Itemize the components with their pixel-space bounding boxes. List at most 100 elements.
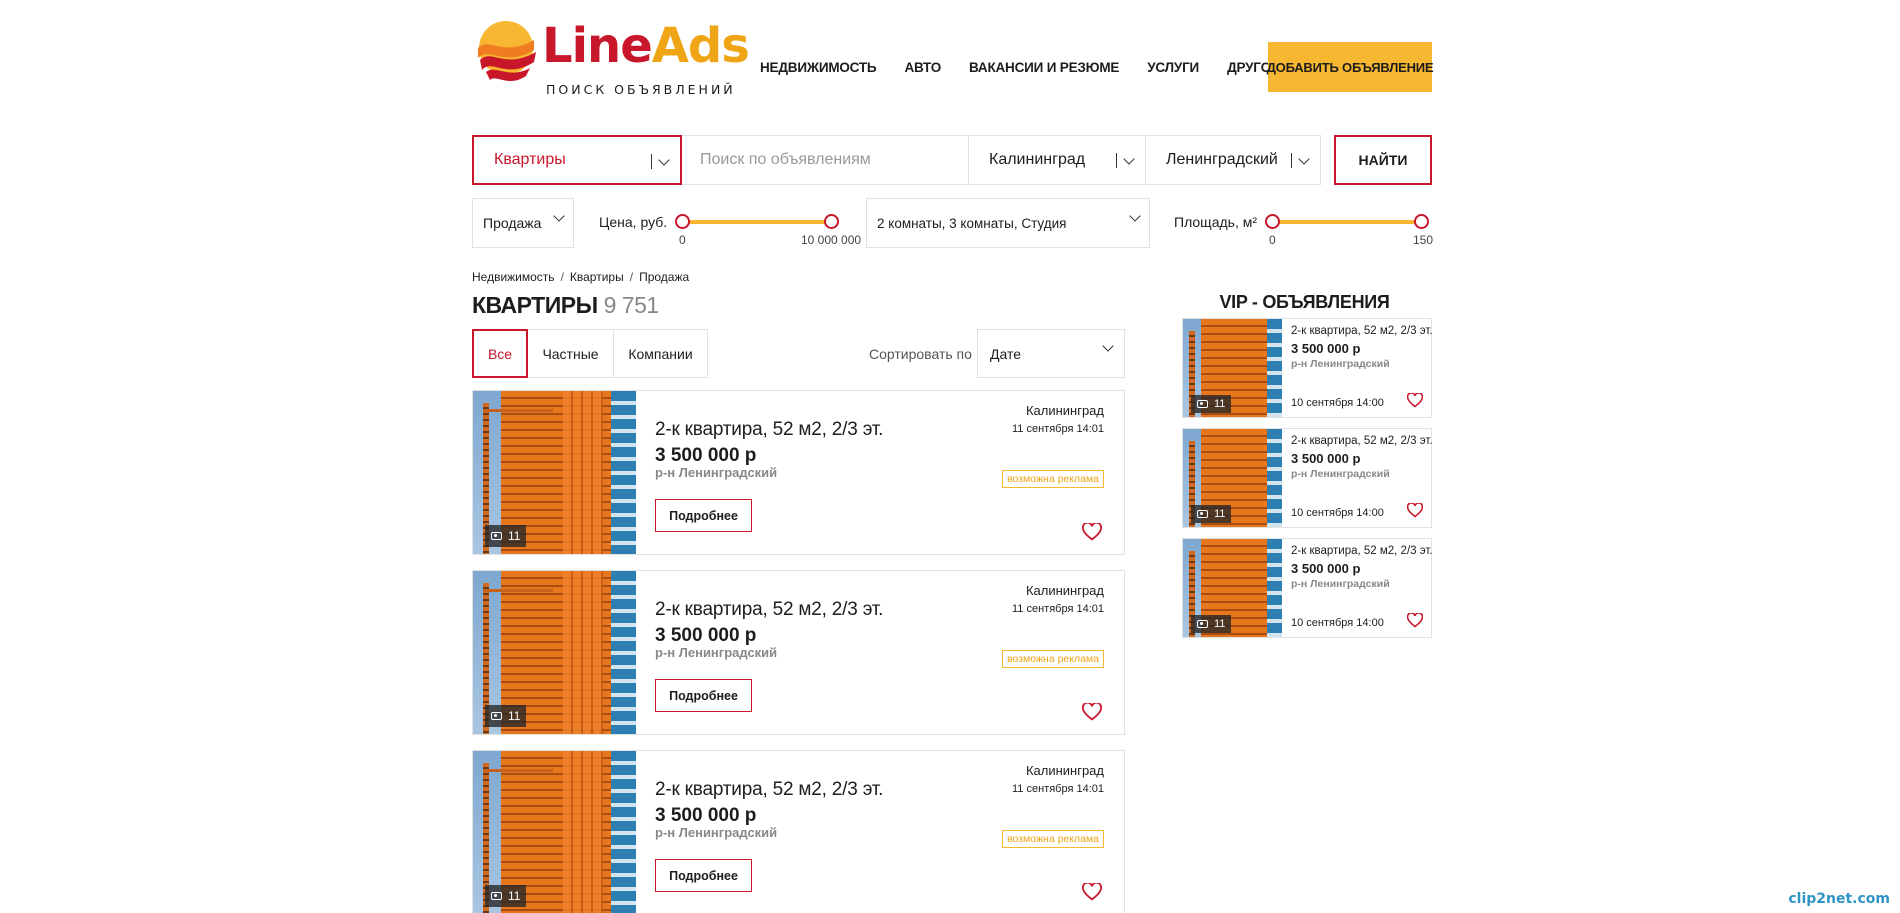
area-slider[interactable] (1265, 214, 1429, 229)
listing-title[interactable]: 2-к квартира, 52 м2, 2/3 эт. (655, 599, 883, 621)
listing-card[interactable]: 11 2-к квартира, 52 м2, 2/3 эт. 3 500 00… (472, 390, 1125, 555)
deal-type-select[interactable]: Продажа (472, 198, 574, 248)
heart-icon[interactable] (1082, 703, 1102, 721)
details-button[interactable]: Подробнее (655, 859, 752, 892)
sort-value: Дате (990, 345, 1022, 362)
city-value: Калининград (989, 151, 1086, 168)
camera-icon (491, 712, 502, 720)
sort-select[interactable]: Дате (977, 329, 1125, 378)
heart-icon[interactable] (1407, 503, 1423, 518)
price-max-handle[interactable] (824, 214, 839, 229)
category-select[interactable]: Квартиры (472, 135, 682, 185)
price-label: Цена, руб. (599, 214, 668, 230)
nav-item-jobs[interactable]: Вакансии и резюме (969, 60, 1119, 75)
logo[interactable]: LineAds ПОИСК ОБЪЯВЛЕНИЙ (472, 18, 750, 102)
logo-text: LineAds (542, 18, 750, 74)
find-button[interactable]: Найти (1334, 135, 1432, 185)
district-value: Ленинградский (1166, 151, 1278, 168)
area-max-value: 150 (1413, 233, 1434, 247)
vip-card[interactable]: 11 2-к квартира, 52 м2, 2/3 эт. 3 500 00… (1182, 428, 1433, 528)
search-input[interactable]: Поиск по объявлениям (682, 135, 969, 185)
photo-count-badge: 11 (485, 705, 527, 727)
listing-photo[interactable]: 11 (473, 751, 636, 913)
page: LineAds ПОИСК ОБЪЯВЛЕНИЙ Недвижимость Ав… (472, 0, 1434, 913)
listing-card[interactable]: 11 2-к квартира, 52 м2, 2/3 эт. 3 500 00… (472, 750, 1125, 913)
vip-listing-district: р-н Ленинградский (1291, 468, 1390, 480)
vip-card[interactable]: 11 2-к квартира, 52 м2, 2/3 эт. 3 500 00… (1182, 538, 1433, 638)
sort-label: Сортировать по (869, 346, 972, 362)
vip-listing-date: 10 сентября 14:00 (1291, 397, 1384, 409)
price-min-value: 0 (679, 233, 686, 247)
logo-waves-icon (478, 21, 536, 82)
listing-price: 3 500 000 р (655, 445, 757, 466)
price-max-value: 10 000 000 (801, 233, 862, 247)
area-label: Площадь, м² (1174, 214, 1258, 230)
photo-count-badge: 11 (1191, 615, 1232, 633)
details-button[interactable]: Подробнее (655, 499, 752, 532)
rooms-select[interactable]: 2 комнаты, 3 комнаты, Студия (866, 198, 1150, 248)
camera-icon (1197, 620, 1208, 628)
ad-badge[interactable]: возможна реклама (1002, 470, 1104, 488)
city-select[interactable]: Калининград (968, 135, 1146, 185)
chevron-down-icon (1096, 340, 1114, 352)
area-min-handle[interactable] (1265, 214, 1280, 229)
heart-icon[interactable] (1082, 523, 1102, 541)
chevron-down-icon (1123, 210, 1141, 222)
heart-icon[interactable] (1082, 883, 1102, 901)
vip-card[interactable]: 11 2-к квартира, 52 м2, 2/3 эт. 3 500 00… (1182, 318, 1433, 418)
deal-type-value: Продажа (483, 215, 542, 231)
vip-listing-district: р-н Ленинградский (1291, 578, 1390, 590)
ad-badge[interactable]: возможна реклама (1002, 650, 1104, 668)
heart-icon[interactable] (1407, 393, 1423, 408)
photo-count-badge: 11 (1191, 395, 1232, 413)
nav-item-auto[interactable]: Авто (904, 60, 941, 75)
vip-listing-title[interactable]: 2-к квартира, 52 м2, 2/3 эт. (1291, 325, 1433, 337)
logo-tagline: ПОИСК ОБЪЯВЛЕНИЙ (546, 82, 736, 97)
breadcrumb: Недвижимость / Квартиры / Продажа (472, 270, 689, 284)
listing-photo[interactable]: 11 (473, 571, 636, 734)
price-slider[interactable] (675, 214, 839, 229)
rooms-value: 2 комнаты, 3 комнаты, Студия (877, 215, 1067, 231)
category-value: Квартиры (494, 151, 566, 168)
watermark: clip2net.com (1788, 891, 1890, 907)
photo-count-badge: 11 (1191, 505, 1232, 523)
camera-icon (1197, 510, 1208, 518)
breadcrumb-item[interactable]: Продажа (639, 270, 689, 284)
listing-district: р-н Ленинградский (655, 645, 778, 660)
listing-price: 3 500 000 р (655, 805, 757, 826)
listing-photo[interactable]: 11 (473, 391, 636, 554)
vip-listing-title[interactable]: 2-к квартира, 52 м2, 2/3 эт. (1291, 435, 1433, 447)
listing-district: р-н Ленинградский (655, 825, 778, 840)
tab-companies[interactable]: Компании (614, 329, 708, 378)
photo-count-badge: 11 (485, 885, 527, 907)
vip-photo[interactable]: 11 (1183, 429, 1282, 527)
listing-date: 11 сентября 14:01 (1012, 603, 1104, 615)
breadcrumb-separator: / (560, 270, 564, 284)
vip-photo[interactable]: 11 (1183, 319, 1282, 417)
seller-tabs: Все Частные Компании (472, 329, 708, 378)
tab-all[interactable]: Все (472, 329, 528, 378)
nav-item-realty[interactable]: Недвижимость (760, 60, 877, 75)
chevron-down-icon (547, 210, 565, 222)
vip-photo[interactable]: 11 (1183, 539, 1282, 637)
vip-title: VIP - объявления (1219, 292, 1390, 312)
vip-listing-title[interactable]: 2-к квартира, 52 м2, 2/3 эт. (1291, 545, 1433, 557)
details-button[interactable]: Подробнее (655, 679, 752, 712)
listing-district: р-н Ленинградский (655, 465, 778, 480)
add-listing-button[interactable]: Добавить объявление (1267, 42, 1434, 92)
listing-title[interactable]: 2-к квартира, 52 м2, 2/3 эт. (655, 419, 883, 441)
heart-icon[interactable] (1407, 613, 1423, 628)
ad-badge[interactable]: возможна реклама (1002, 830, 1104, 848)
tab-private[interactable]: Частные (528, 329, 614, 378)
price-min-handle[interactable] (675, 214, 690, 229)
filters-row: Продажа Цена, руб. 0 10 000 000 2 комнат… (472, 198, 1434, 248)
district-select[interactable]: Ленинградский (1145, 135, 1321, 185)
nav-item-services[interactable]: Услуги (1147, 60, 1199, 75)
area-max-handle[interactable] (1414, 214, 1429, 229)
listing-title[interactable]: 2-к квартира, 52 м2, 2/3 эт. (655, 779, 883, 801)
listing-card[interactable]: 11 2-к квартира, 52 м2, 2/3 эт. 3 500 00… (472, 570, 1125, 735)
vip-listing-date: 10 сентября 14:00 (1291, 507, 1384, 519)
breadcrumb-item[interactable]: Недвижимость (472, 270, 555, 284)
chevron-down-icon (1291, 152, 1310, 168)
breadcrumb-item[interactable]: Квартиры (570, 270, 624, 284)
